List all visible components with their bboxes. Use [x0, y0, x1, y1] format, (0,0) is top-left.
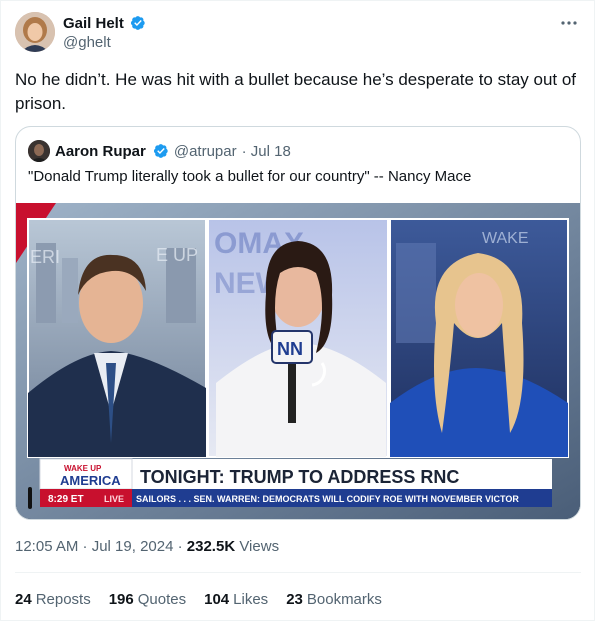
- engagement-stats: 24 Reposts 196 Quotes 104 Likes 23 Bookmarks: [15, 591, 400, 608]
- tweet-text: No he didn’t. He was hit with a bullet b…: [15, 70, 577, 113]
- quoted-author-avatar[interactable]: [28, 140, 50, 162]
- live-badge: LIVE: [104, 494, 124, 504]
- svg-text:ERI: ERI: [30, 247, 60, 267]
- show-logo-line2: AMERICA: [60, 473, 121, 488]
- broadcast-time: 8:29 ET: [48, 494, 84, 505]
- quoted-date[interactable]: · Jul 18: [242, 143, 291, 160]
- divider: [15, 572, 581, 573]
- tweet-timestamp[interactable]: 12:05 AM · Jul 19, 2024 ·: [15, 538, 187, 555]
- views-label: Views: [235, 538, 280, 555]
- show-logo-line1: WAKE UP: [64, 464, 102, 473]
- tweet-meta: 12:05 AM · Jul 19, 2024 · 232.5K Views: [15, 538, 279, 555]
- likes-stat[interactable]: 104 Likes: [204, 591, 268, 608]
- more-horizontal-icon[interactable]: [558, 13, 580, 33]
- quoted-text: "Donald Trump literally took a bullet fo…: [28, 168, 472, 185]
- quotes-stat[interactable]: 196 Quotes: [109, 591, 186, 608]
- author-handle[interactable]: @ghelt: [63, 34, 146, 51]
- quoted-author-name[interactable]: Aaron Rupar: [55, 143, 146, 160]
- bookmarks-stat[interactable]: 23 Bookmarks: [286, 591, 382, 608]
- svg-text:E UP: E UP: [156, 245, 198, 265]
- author-block: Gail Helt @ghelt: [63, 13, 146, 51]
- quoted-verified-badge-icon: [153, 144, 168, 158]
- tweet-card: Gail Helt @ghelt No he didn’t. He was hi…: [0, 0, 595, 621]
- mic-flag-text: NN: [277, 339, 303, 359]
- views-count: 232.5K: [186, 538, 236, 555]
- video-frame-image: ERI E UP OMAX NEWSM NN: [16, 203, 580, 519]
- reposts-stat[interactable]: 24 Reposts: [15, 591, 91, 608]
- quoted-video-media[interactable]: ERI E UP OMAX NEWSM NN: [16, 203, 580, 519]
- quoted-author-handle[interactable]: @atrupar: [174, 143, 237, 160]
- verified-badge-icon: [130, 16, 145, 30]
- svg-text:WAKE: WAKE: [482, 230, 529, 247]
- lower-third-headline: TONIGHT: TRUMP TO ADDRESS RNC: [140, 467, 459, 487]
- author-avatar[interactable]: [15, 12, 55, 52]
- quoted-tweet[interactable]: Aaron Rupar @atrupar · Jul 18 "Donald Tr…: [15, 126, 581, 520]
- ticker-text: SAILORS . . . SEN. WARREN: DEMOCRATS WIL…: [136, 494, 519, 504]
- author-name[interactable]: Gail Helt: [63, 15, 124, 32]
